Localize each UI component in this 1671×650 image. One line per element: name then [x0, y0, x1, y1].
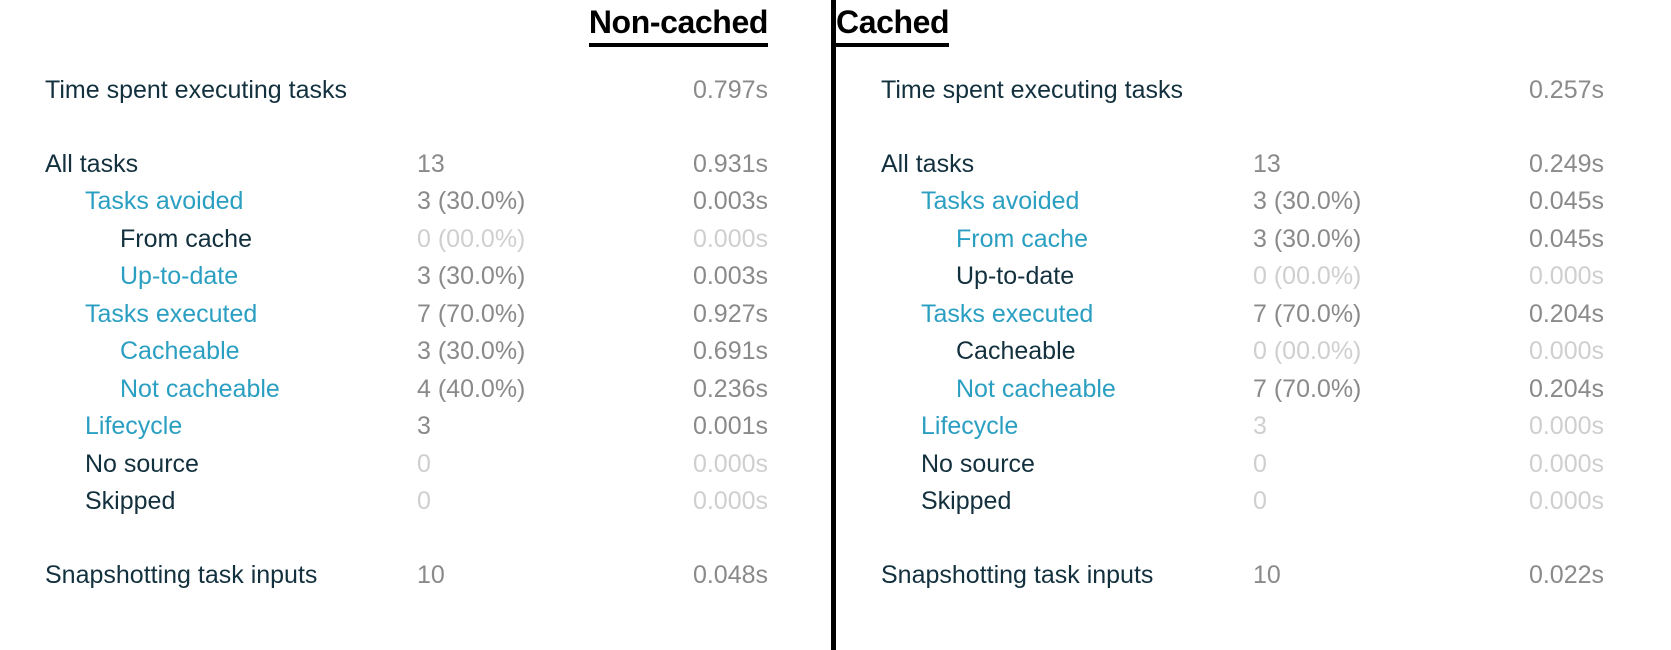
- metric-count: 10: [1253, 560, 1281, 589]
- metric-row: Snapshotting task inputs 10 0.048s: [0, 557, 768, 595]
- metric-label: All tasks: [881, 149, 975, 178]
- metric-duration: 0.048s: [692, 560, 768, 589]
- metric-count: 0: [417, 487, 431, 515]
- metric-duration: 0.045s: [1528, 187, 1604, 215]
- metric-label: Skipped: [85, 487, 176, 515]
- metric-label: Time spent executing tasks: [881, 76, 1183, 104]
- metric-duration: 0.236s: [692, 374, 768, 403]
- panel-non-cached-rows: Time spent executing tasks 0.797s All task…: [0, 72, 768, 594]
- metric-duration: 0.000s: [1528, 412, 1604, 440]
- metric-label: Up-to-date: [956, 262, 1075, 290]
- metric-duration: 0.204s: [1528, 374, 1604, 403]
- metric-count: 0: [1253, 487, 1267, 515]
- metric-duration: 0.000s: [1528, 487, 1604, 515]
- metric-label: Lifecycle: [85, 412, 183, 440]
- metric-row: Tasks avoided 3 (30.0%) 0.045s: [836, 183, 1604, 221]
- panel-non-cached-title: Non-cached: [588, 4, 768, 47]
- metric-row: Lifecycle 3 0.000s: [836, 408, 1604, 446]
- metric-label: Tasks avoided: [85, 187, 244, 215]
- metric-row: Snapshotting task inputs 10 0.022s: [836, 557, 1604, 595]
- metric-label: Skipped: [921, 487, 1012, 515]
- panel-cached-header: Cached: [836, 4, 1604, 52]
- metric-row: Skipped 0 0.000s: [836, 483, 1604, 521]
- metric-duration: 0.931s: [692, 149, 768, 178]
- panel-non-cached-header: Non-cached: [0, 4, 768, 52]
- metric-label: All tasks: [45, 149, 139, 178]
- metric-row: All tasks 13 0.931s: [0, 146, 768, 184]
- metric-duration: 0.000s: [1528, 449, 1604, 478]
- build-scan-performance-comparison: Non-cached Time spent executing tasks 0.7…: [0, 0, 1671, 650]
- metric-label: Tasks executed: [85, 299, 258, 328]
- metric-row: Cacheable 3 (30.0%) 0.691s: [0, 333, 768, 371]
- metric-duration: 0.927s: [692, 299, 768, 328]
- metric-row: Cacheable 0 (00.0%) 0.000s: [836, 333, 1604, 371]
- metric-count: 3: [1253, 412, 1267, 440]
- metric-row: Time spent executing tasks 0.797s: [0, 72, 768, 110]
- metric-label: Cacheable: [956, 337, 1076, 365]
- metric-label: Tasks executed: [921, 299, 1094, 328]
- metric-label: Snapshotting task inputs: [45, 560, 318, 589]
- metric-count: 13: [417, 149, 445, 178]
- metric-row: Lifecycle 3 0.001s: [0, 408, 768, 446]
- metric-row: Skipped 0 0.000s: [0, 483, 768, 521]
- panel-cached-title: Cached: [836, 4, 950, 47]
- metric-row: Not cacheable 7 (70.0%) 0.204s: [836, 371, 1604, 409]
- metric-label: Time spent executing tasks: [45, 76, 347, 104]
- panel-cached-rows: Time spent executing tasks 0.257s All task…: [836, 72, 1604, 594]
- metric-count: 3: [417, 412, 431, 440]
- metric-count: 13: [1253, 149, 1281, 178]
- metric-label: From cache: [956, 224, 1088, 253]
- metric-label: Up-to-date: [120, 262, 239, 290]
- metric-duration: 0.000s: [692, 487, 768, 515]
- metric-duration: 0.000s: [692, 224, 768, 253]
- metric-row: Tasks avoided 3 (30.0%) 0.003s: [0, 183, 768, 221]
- metric-duration: 0.257s: [1528, 76, 1604, 104]
- metric-row: Time spent executing tasks 0.257s: [836, 72, 1604, 110]
- metric-row: No source 0 0.000s: [836, 446, 1604, 484]
- metric-duration: 0.003s: [692, 187, 768, 215]
- metric-duration: 0.691s: [692, 337, 768, 365]
- metric-label: Not cacheable: [956, 374, 1116, 403]
- panel-cached: Cached Time spent executing tasks 0.257s A…: [836, 0, 1671, 650]
- metric-duration: 0.249s: [1528, 149, 1604, 178]
- metric-label: Not cacheable: [120, 374, 280, 403]
- metric-label: Tasks avoided: [921, 187, 1080, 215]
- metric-row: Tasks executed 7 (70.0%) 0.927s: [0, 296, 768, 334]
- metric-row: All tasks 13 0.249s: [836, 146, 1604, 184]
- metric-label: From cache: [120, 224, 252, 253]
- metric-row: No source 0 0.000s: [0, 446, 768, 484]
- metric-row: From cache 0 (00.0%) 0.000s: [0, 221, 768, 259]
- metric-duration: 0.797s: [692, 76, 768, 104]
- metric-duration: 0.045s: [1528, 224, 1604, 253]
- metric-row: Tasks executed 7 (70.0%) 0.204s: [836, 296, 1604, 334]
- metric-count: 10: [417, 560, 445, 589]
- metric-label: No source: [85, 449, 199, 478]
- metric-row: Not cacheable 4 (40.0%) 0.236s: [0, 371, 768, 409]
- metric-row: From cache 3 (30.0%) 0.045s: [836, 221, 1604, 259]
- metric-duration: 0.000s: [692, 449, 768, 478]
- metric-count: 0: [417, 449, 431, 478]
- metric-row: Up-to-date 3 (30.0%) 0.003s: [0, 258, 768, 296]
- metric-label: No source: [921, 449, 1035, 478]
- metric-duration: 0.001s: [692, 412, 768, 440]
- metric-label: Cacheable: [120, 337, 240, 365]
- metric-label: Lifecycle: [921, 412, 1019, 440]
- panel-non-cached: Non-cached Time spent executing tasks 0.7…: [0, 0, 831, 650]
- metric-duration: 0.003s: [692, 262, 768, 290]
- metric-duration: 0.000s: [1528, 337, 1604, 365]
- metric-label: Snapshotting task inputs: [881, 560, 1154, 589]
- metric-duration: 0.000s: [1528, 262, 1604, 290]
- metric-count: 0: [1253, 449, 1267, 478]
- metric-duration: 0.022s: [1528, 560, 1604, 589]
- metric-row: Up-to-date 0 (00.0%) 0.000s: [836, 258, 1604, 296]
- metric-duration: 0.204s: [1528, 299, 1604, 328]
